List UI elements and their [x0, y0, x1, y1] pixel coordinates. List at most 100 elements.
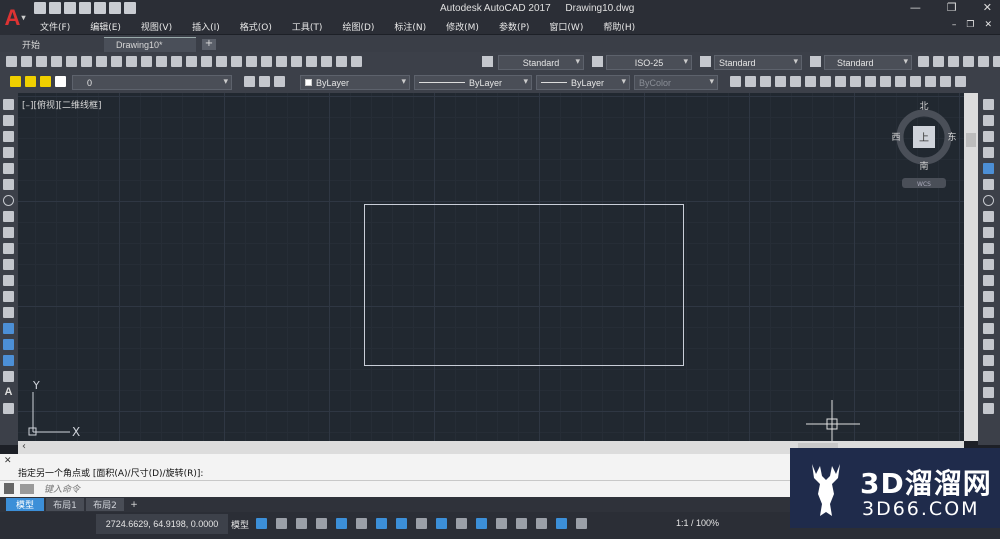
layer-previous-icon[interactable]: [259, 76, 270, 87]
jogged-dimension-icon[interactable]: [805, 76, 816, 87]
tab-layout1[interactable]: 布局1: [46, 498, 84, 511]
gradient-icon[interactable]: [3, 339, 14, 350]
object-snap-icon[interactable]: [396, 518, 407, 529]
new-tab-button[interactable]: +: [202, 39, 216, 50]
tolerance-icon[interactable]: [895, 76, 906, 87]
region-icon[interactable]: [3, 355, 14, 366]
customize-wrench-icon[interactable]: [4, 483, 14, 494]
lightbulb-icon[interactable]: [10, 76, 21, 87]
tab-drawing[interactable]: Drawing10*: [104, 37, 196, 52]
menu-tools[interactable]: 工具(T): [292, 20, 323, 33]
new-icon[interactable]: [6, 56, 17, 67]
plot-style-select[interactable]: ByColor: [634, 75, 718, 90]
menu-parameters[interactable]: 参数(P): [499, 20, 529, 33]
add-selected-icon[interactable]: [3, 403, 14, 414]
menu-edit[interactable]: 编辑(E): [90, 20, 121, 33]
layer-manager-icon[interactable]: [274, 76, 285, 87]
viewport-controls-label[interactable]: [–][俯视][二维线框]: [22, 98, 102, 111]
save-as-icon[interactable]: [79, 2, 91, 14]
layer-match-icon[interactable]: [963, 56, 974, 67]
menu-file[interactable]: 文件(F): [40, 20, 70, 33]
minimize-button[interactable]: —: [910, 1, 921, 14]
zoom-previous-icon[interactable]: [246, 56, 257, 67]
explode-icon[interactable]: [983, 371, 994, 382]
dim-text-edit-icon[interactable]: [940, 76, 951, 87]
open-icon[interactable]: [49, 2, 61, 14]
quickcalc-icon[interactable]: [336, 56, 347, 67]
dim-style-select[interactable]: ISO-25: [606, 55, 692, 70]
doc-close-button[interactable]: ✕: [984, 20, 992, 30]
undo-icon[interactable]: [171, 56, 182, 67]
help-icon[interactable]: [351, 56, 362, 67]
fillet-icon[interactable]: [983, 339, 994, 350]
stretch-icon[interactable]: [983, 227, 994, 238]
restore-button[interactable]: ❐: [947, 1, 957, 14]
make-current-icon[interactable]: [244, 76, 255, 87]
ellipse-icon[interactable]: [3, 243, 14, 254]
circle-icon[interactable]: [3, 195, 14, 206]
ortho-icon[interactable]: [316, 518, 327, 529]
polygon-icon[interactable]: [3, 147, 14, 158]
coordinates-display[interactable]: 2724.6629, 64.9198, 0.0000: [96, 514, 228, 534]
publish-icon[interactable]: [81, 56, 92, 67]
menu-draw[interactable]: 绘图(D): [342, 20, 374, 33]
menu-format[interactable]: 格式(O): [240, 20, 272, 33]
continue-dimension-icon[interactable]: [880, 76, 891, 87]
block-editor-icon[interactable]: [156, 56, 167, 67]
copy-icon[interactable]: [111, 56, 122, 67]
dim-update-icon[interactable]: [955, 76, 966, 87]
pan-icon[interactable]: [201, 56, 212, 67]
model-space-button[interactable]: 模型: [231, 518, 249, 531]
spell-check-icon[interactable]: [993, 56, 1000, 67]
quick-dimension-icon[interactable]: [850, 76, 861, 87]
vertical-scrollbar[interactable]: [964, 93, 978, 441]
compass-west[interactable]: 西: [891, 132, 900, 143]
print-preview-icon[interactable]: [66, 56, 77, 67]
draw-order-icon[interactable]: [983, 387, 994, 398]
application-menu-button[interactable]: A ▾: [0, 0, 30, 35]
selection-filter-icon[interactable]: [516, 518, 527, 529]
design-center-icon[interactable]: [276, 56, 287, 67]
tab-start[interactable]: 开始: [10, 37, 100, 52]
menu-dimension[interactable]: 标注(N): [394, 20, 426, 33]
properties-icon[interactable]: [261, 56, 272, 67]
scroll-left-icon[interactable]: ‹: [22, 441, 26, 452]
markup-icon[interactable]: [321, 56, 332, 67]
radius-dimension-icon[interactable]: [790, 76, 801, 87]
redo-icon[interactable]: [124, 2, 136, 14]
tab-layout2[interactable]: 布局2: [86, 498, 124, 511]
text-style-select[interactable]: Standard: [498, 55, 584, 70]
extend-icon[interactable]: [983, 259, 994, 270]
recent-commands-icon[interactable]: [20, 484, 34, 494]
layer-color-icon[interactable]: [55, 76, 66, 87]
doc-minimize-button[interactable]: –: [952, 20, 957, 30]
line-icon[interactable]: [3, 99, 14, 110]
annotation-scale[interactable]: 1:1 / 100%: [676, 518, 719, 528]
linear-dimension-icon[interactable]: [730, 76, 741, 87]
redo-icon[interactable]: [186, 56, 197, 67]
insert-block-icon[interactable]: [3, 275, 14, 286]
zoom-window-icon[interactable]: [231, 56, 242, 67]
table-style-select[interactable]: Standard: [714, 55, 802, 70]
linetype-select[interactable]: ByLayer: [414, 75, 532, 90]
new-icon[interactable]: [34, 2, 46, 14]
dim-edit-icon[interactable]: [925, 76, 936, 87]
lineweight-icon[interactable]: [416, 518, 427, 529]
viewcube[interactable]: 上 北 南 东 西 WCS: [886, 101, 962, 191]
drawn-rectangle[interactable]: [364, 204, 684, 366]
plot-icon[interactable]: [51, 56, 62, 67]
compass-east[interactable]: 东: [947, 131, 956, 143]
save-icon[interactable]: [64, 2, 76, 14]
revision-cloud-icon[interactable]: [3, 211, 14, 222]
vertical-scroll-thumb[interactable]: [966, 133, 976, 147]
open-icon[interactable]: [21, 56, 32, 67]
center-mark-icon[interactable]: [910, 76, 921, 87]
make-block-icon[interactable]: [3, 291, 14, 302]
baseline-dimension-icon[interactable]: [865, 76, 876, 87]
dynamic-ucs-icon[interactable]: [496, 518, 507, 529]
offset-icon[interactable]: [983, 147, 994, 158]
table-icon[interactable]: [3, 371, 14, 382]
hatch-icon[interactable]: [3, 323, 14, 334]
menu-help[interactable]: 帮助(H): [603, 20, 635, 33]
doc-restore-button[interactable]: ❐: [966, 20, 974, 30]
